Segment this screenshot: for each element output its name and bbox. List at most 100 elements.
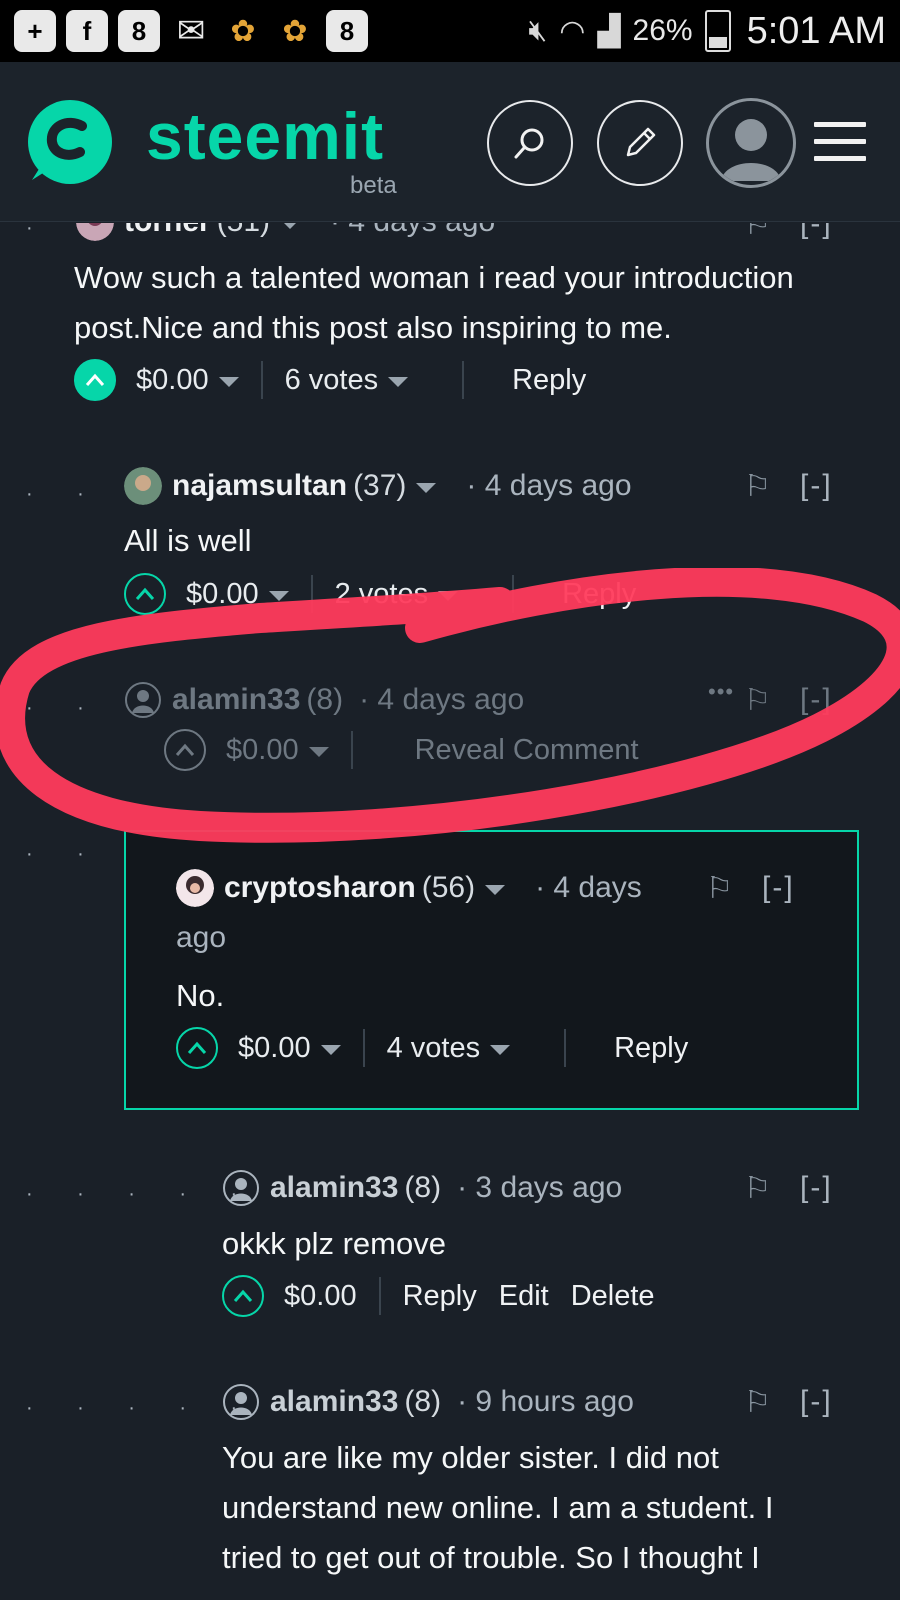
comment-header: torner (51) 4 days ago — [76, 223, 495, 241]
delete-button[interactable]: Delete — [571, 1280, 655, 1313]
divider — [564, 1029, 567, 1067]
votes-count[interactable]: 4 votes — [387, 1032, 481, 1065]
author-reputation: (8) — [404, 1171, 442, 1204]
search-button[interactable] — [487, 100, 573, 186]
author-reputation: (8) — [306, 683, 344, 716]
avatar[interactable] — [222, 1383, 260, 1421]
comment-body: okkk plz remove — [222, 1226, 446, 1261]
comment-actions: $0.00 6 votes Reply — [74, 359, 586, 401]
chevron-down-icon[interactable] — [490, 1045, 511, 1055]
payout-value[interactable]: $0.00 — [238, 1032, 311, 1065]
chevron-up-icon — [175, 743, 195, 756]
divider — [310, 575, 313, 613]
payout-value[interactable]: $0.00 — [136, 364, 209, 397]
flag-icon[interactable]: ⚐ — [706, 871, 733, 906]
comment-body: Wow such a talented woman i read your in… — [74, 260, 794, 345]
signal-icon: ▟ — [597, 14, 621, 48]
comment-body: No. — [176, 978, 225, 1013]
avatar[interactable] — [222, 1169, 260, 1207]
chevron-up-icon — [135, 587, 155, 600]
chevron-down-icon[interactable] — [268, 591, 289, 601]
chevron-down-icon[interactable] — [320, 1045, 341, 1055]
chevron-down-icon[interactable] — [218, 377, 239, 387]
payout-value[interactable]: $0.00 — [284, 1280, 357, 1313]
reply-button[interactable]: Reply — [614, 1032, 688, 1065]
write-post-button[interactable] — [597, 100, 683, 186]
payout-value[interactable]: $0.00 — [226, 734, 299, 767]
chevron-down-icon[interactable] — [388, 377, 409, 387]
collapse-button[interactable]: [-] — [800, 1385, 833, 1419]
collapse-button[interactable]: [-] — [800, 223, 833, 241]
chevron-down-icon[interactable] — [438, 591, 459, 601]
reply-button[interactable]: Reply — [403, 1280, 477, 1313]
votes-count[interactable]: 6 votes — [285, 364, 379, 397]
flag-icon[interactable]: ⚐ — [744, 1385, 771, 1420]
comment-author[interactable]: alamin33 — [172, 683, 300, 717]
notification-icons: + f 8 ✉ ✿ ✿ 8 — [14, 10, 368, 52]
steemit-logo-icon[interactable] — [24, 96, 116, 188]
facebook-icon: f — [66, 10, 108, 52]
comment-author[interactable]: alamin33 — [270, 1171, 398, 1205]
comment-actions: $0.00 4 votes Reply — [176, 1027, 688, 1069]
user-avatar-button[interactable] — [706, 98, 796, 188]
flag-icon[interactable]: ⚐ — [744, 683, 771, 718]
hamburger-menu-button[interactable] — [814, 122, 866, 162]
votes-count[interactable]: 2 votes — [335, 578, 429, 611]
upvote-button[interactable] — [222, 1275, 264, 1317]
comment-time[interactable]: 4 days ago — [330, 223, 495, 239]
comment-time[interactable]: 3 days ago — [457, 1171, 622, 1205]
comment-body: All is well — [124, 523, 252, 558]
upvote-button[interactable] — [176, 1027, 218, 1069]
comment-header: alamin33 (8) 3 days ago — [222, 1169, 622, 1207]
mute-icon: 🔇︎ — [528, 14, 548, 47]
payout-value[interactable]: $0.00 — [186, 578, 259, 611]
avatar[interactable] — [124, 467, 162, 505]
wifi-icon: ◠ — [559, 14, 586, 48]
more-options-button[interactable]: ••• — [708, 679, 734, 705]
comment-author[interactable]: najamsultan — [172, 469, 347, 503]
divider — [362, 1029, 365, 1067]
comment-author[interactable]: torner — [124, 223, 211, 239]
chevron-down-icon[interactable] — [308, 747, 329, 757]
chevron-down-icon[interactable] — [485, 885, 506, 895]
avatar[interactable] — [76, 223, 114, 241]
brand-name[interactable]: steemit — [146, 98, 384, 174]
comment-actions: $0.00 Reply Edit Delete — [222, 1275, 655, 1317]
upvote-button[interactable] — [124, 573, 166, 615]
flag-icon[interactable]: ⚐ — [744, 223, 771, 242]
comment-actions: $0.00 Reveal Comment — [164, 729, 639, 771]
upvote-button[interactable] — [164, 729, 206, 771]
comment-time[interactable]: 4 days ago — [359, 683, 524, 717]
divider — [378, 1277, 381, 1315]
avatar[interactable] — [176, 869, 214, 907]
author-reputation: (51) — [217, 223, 270, 239]
comment-time[interactable]: 9 hours ago — [457, 1385, 633, 1419]
reply-button[interactable]: Reply — [512, 364, 586, 397]
comment-header: cryptosharon (56) 4 days — [176, 869, 642, 907]
comment-author[interactable]: cryptosharon — [224, 871, 416, 905]
comment-author[interactable]: alamin33 — [270, 1385, 398, 1419]
author-reputation: (8) — [404, 1385, 442, 1418]
comment-time[interactable]: 4 days — [535, 871, 641, 905]
flag-icon[interactable]: ⚐ — [744, 1171, 771, 1206]
edit-button[interactable]: Edit — [499, 1280, 549, 1313]
collapse-button[interactable]: [-] — [800, 683, 833, 717]
avatar[interactable] — [124, 681, 162, 719]
collapse-button[interactable]: [-] — [762, 871, 795, 905]
depth-indicator: · · — [26, 483, 84, 505]
reveal-comment-button[interactable]: Reveal Comment — [415, 734, 639, 767]
uc-browser-icon-2: ✿ — [282, 14, 308, 48]
depth-indicator: · · — [26, 843, 84, 865]
upvote-button[interactable] — [74, 359, 116, 401]
author-reputation: (37) — [353, 469, 407, 502]
collapse-button[interactable]: [-] — [800, 469, 833, 503]
flag-icon[interactable]: ⚐ — [744, 469, 771, 504]
chevron-down-icon[interactable] — [416, 483, 437, 493]
user-avatar-icon — [721, 119, 781, 181]
chevron-up-icon — [187, 1041, 207, 1054]
comment-time[interactable]: 4 days ago — [466, 469, 632, 503]
collapse-button[interactable]: [-] — [800, 1171, 833, 1205]
chevron-down-icon[interactable] — [280, 223, 301, 229]
reply-button[interactable]: Reply — [562, 578, 636, 611]
comment-time-continued[interactable]: ago — [176, 913, 226, 963]
